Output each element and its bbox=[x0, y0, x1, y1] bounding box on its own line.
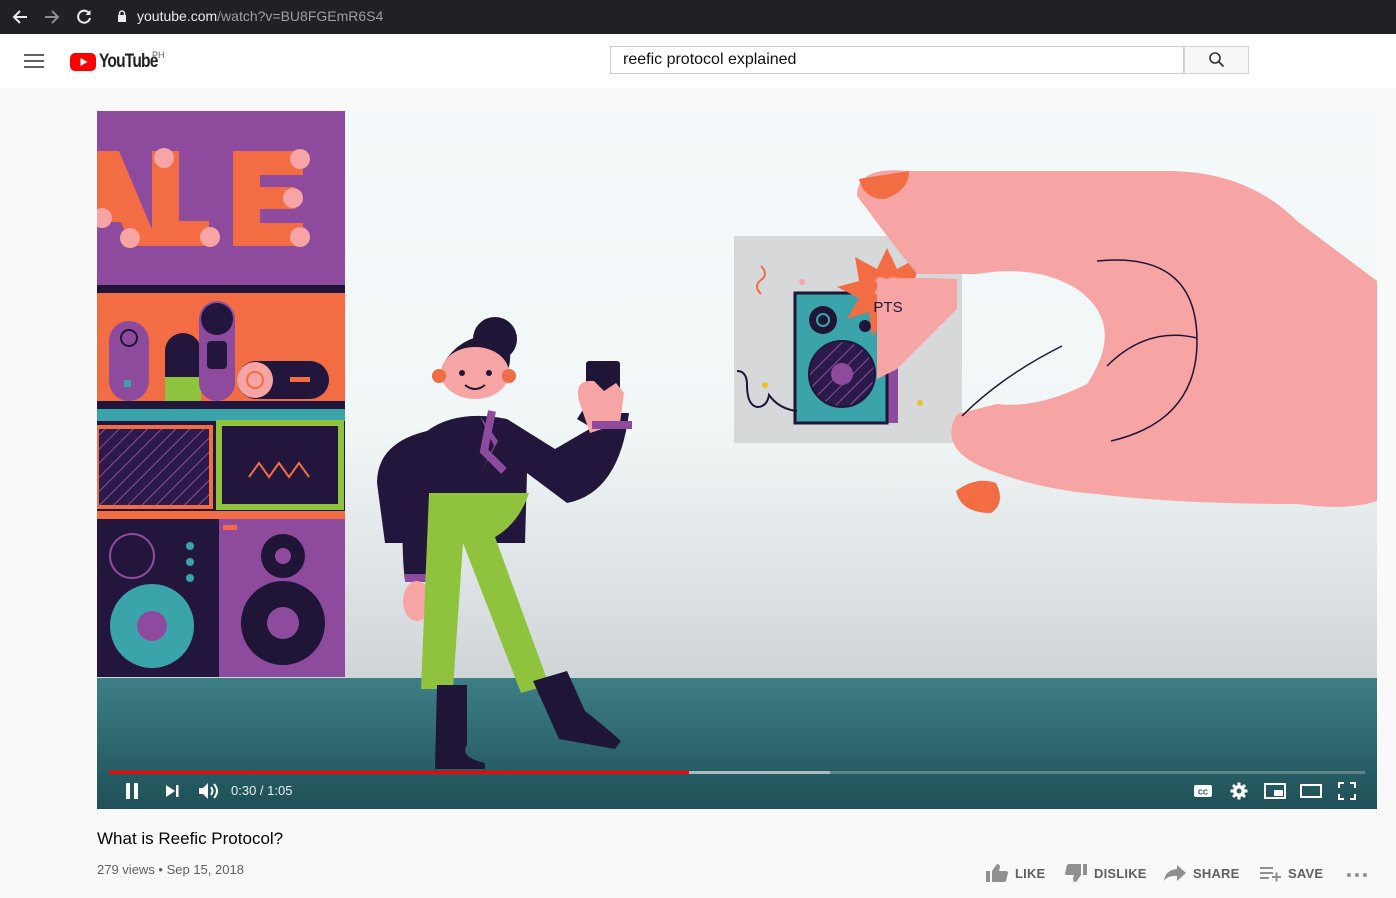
guide-menu-button[interactable] bbox=[22, 50, 46, 72]
gear-icon bbox=[1230, 782, 1248, 800]
url-path: /watch?v=BU8FGEmR6S4 bbox=[217, 8, 384, 24]
logo-text: YouTube bbox=[99, 51, 158, 72]
search-button[interactable] bbox=[1184, 46, 1249, 74]
miniplayer-button[interactable] bbox=[1263, 780, 1287, 802]
more-horizontal-icon bbox=[1347, 873, 1367, 877]
time-display: 0:30 / 1:05 bbox=[231, 783, 293, 798]
dislike-label: DISLIKE bbox=[1094, 865, 1147, 881]
theater-mode-button[interactable] bbox=[1299, 780, 1323, 802]
pause-icon bbox=[126, 783, 138, 799]
settings-button[interactable] bbox=[1228, 780, 1250, 802]
skip-next-icon bbox=[166, 785, 179, 797]
like-button[interactable]: LIKE bbox=[985, 862, 1045, 884]
volume-icon bbox=[199, 783, 218, 799]
theater-icon bbox=[1300, 784, 1322, 798]
browser-toolbar: youtube.com/watch?v=BU8FGEmR6S4 bbox=[0, 0, 1396, 34]
like-label: LIKE bbox=[1015, 865, 1046, 881]
back-arrow-icon bbox=[12, 10, 27, 24]
search-box bbox=[610, 46, 1184, 74]
more-actions-button[interactable] bbox=[1346, 862, 1368, 884]
playlist-add-icon bbox=[1260, 867, 1281, 882]
store-shelf-illustration bbox=[97, 111, 345, 677]
mute-button[interactable] bbox=[196, 780, 220, 802]
logo-region-code: PH bbox=[152, 50, 165, 60]
next-button[interactable] bbox=[161, 780, 183, 802]
search-input[interactable] bbox=[611, 50, 1165, 70]
save-button[interactable]: SAVE bbox=[1258, 862, 1323, 884]
thumbs-down-icon bbox=[1065, 864, 1087, 882]
video-player[interactable]: 25 PTS 0:30 / 1:05 CC bbox=[97, 111, 1377, 809]
hamburger-icon bbox=[24, 54, 44, 68]
masthead: YouTube PH bbox=[0, 34, 1396, 88]
share-button[interactable]: SHARE bbox=[1163, 862, 1240, 884]
video-title: What is Reefic Protocol? bbox=[97, 829, 284, 848]
fullscreen-button[interactable] bbox=[1336, 780, 1358, 802]
share-label: SHARE bbox=[1193, 865, 1240, 881]
forward-arrow-icon bbox=[45, 10, 60, 24]
youtube-play-icon bbox=[70, 53, 96, 71]
back-button[interactable] bbox=[7, 4, 33, 30]
badge-number: 25 bbox=[874, 273, 901, 300]
reload-button[interactable] bbox=[71, 4, 97, 30]
share-icon bbox=[1164, 865, 1186, 881]
video-meta: 279 views • Sep 15, 2018 bbox=[97, 862, 244, 877]
captions-icon: CC bbox=[1194, 785, 1212, 797]
dislike-button[interactable]: DISLIKE bbox=[1064, 862, 1147, 884]
pause-button[interactable] bbox=[121, 780, 143, 802]
progress-bar[interactable] bbox=[109, 771, 1365, 774]
search-icon bbox=[1208, 52, 1224, 68]
fullscreen-icon bbox=[1338, 782, 1356, 800]
thumbs-up-icon bbox=[986, 864, 1008, 882]
svg-text:CC: CC bbox=[1198, 790, 1208, 797]
reload-icon bbox=[77, 9, 91, 24]
progress-played bbox=[109, 771, 689, 774]
address-bar[interactable]: youtube.com/watch?v=BU8FGEmR6S4 bbox=[105, 5, 1396, 27]
badge-unit: PTS bbox=[873, 299, 902, 316]
video-frame: 25 PTS bbox=[97, 111, 1377, 809]
url-host: youtube.com bbox=[137, 8, 218, 24]
forward-button[interactable] bbox=[39, 4, 65, 30]
save-label: SAVE bbox=[1288, 865, 1324, 881]
lock-icon bbox=[118, 10, 126, 22]
captions-button[interactable]: CC bbox=[1192, 780, 1214, 802]
miniplayer-icon bbox=[1264, 783, 1286, 799]
